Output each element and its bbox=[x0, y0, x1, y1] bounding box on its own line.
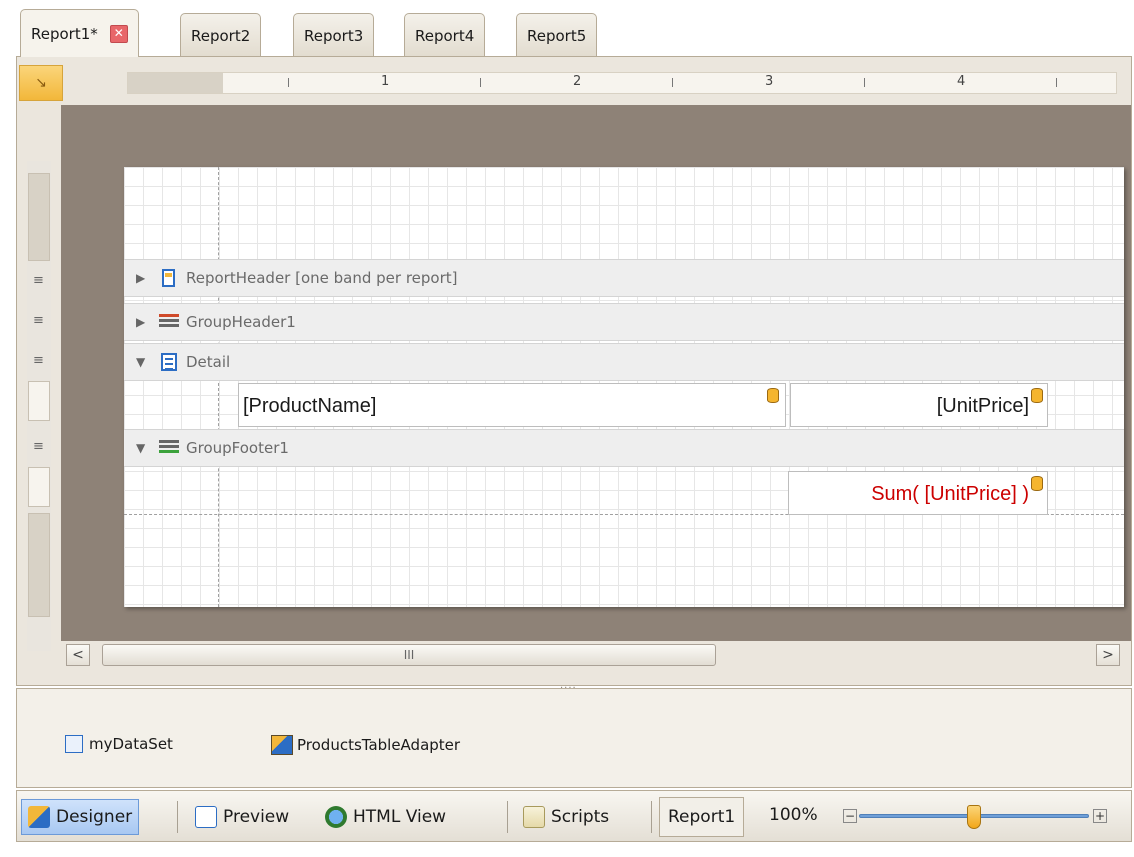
document-tabs: Report1* ✕ Report2 Report3 Report4 Repor… bbox=[0, 0, 1134, 57]
zoom-in-button[interactable]: + bbox=[1093, 809, 1107, 823]
cell-text: [ProductName] bbox=[243, 395, 377, 417]
band-group-footer[interactable]: ▼ GroupFooter1 bbox=[124, 429, 1124, 467]
left-margin-line bbox=[218, 167, 219, 607]
group-header-band-icon bbox=[158, 311, 180, 333]
ruler-number: 2 bbox=[573, 74, 582, 89]
tab-report3[interactable]: Report3 bbox=[293, 13, 375, 57]
tab-report2[interactable]: Report2 bbox=[180, 13, 262, 57]
band-group-header[interactable]: ▶ GroupHeader1 bbox=[124, 303, 1124, 341]
dataset-icon bbox=[65, 735, 83, 753]
html-view-button[interactable]: HTML View bbox=[319, 799, 452, 835]
html-view-label: HTML View bbox=[353, 807, 447, 827]
scripts-icon bbox=[523, 806, 545, 828]
ruler-mark bbox=[864, 78, 865, 87]
designer-icon bbox=[28, 806, 50, 828]
tab-label: Report5 bbox=[527, 26, 587, 45]
close-icon[interactable]: ✕ bbox=[109, 24, 128, 43]
group-footer-band-icon bbox=[158, 437, 180, 459]
report-header-band-icon bbox=[158, 267, 180, 289]
ruler-segment-report-header bbox=[28, 173, 50, 261]
expand-arrow-icon[interactable]: ▶ bbox=[136, 315, 148, 329]
component-tray: myDataSet ProductsTableAdapter bbox=[16, 688, 1132, 788]
cell-text: Sum( [UnitPrice] ) bbox=[871, 483, 1029, 505]
zoom-out-button[interactable]: − bbox=[843, 809, 857, 823]
report-name: Report1 bbox=[668, 807, 736, 827]
separator bbox=[651, 801, 652, 833]
cell-text: [UnitPrice] bbox=[936, 395, 1029, 417]
separator bbox=[507, 801, 508, 833]
tab-label: Report1* bbox=[31, 24, 98, 43]
designer-button[interactable]: Designer bbox=[21, 799, 140, 835]
view-switcher-bar: Designer Preview HTML View Scripts Repor… bbox=[16, 790, 1132, 842]
band-report-header[interactable]: ▶ ReportHeader [one band per report] bbox=[124, 259, 1124, 297]
tray-item-products-table-adapter[interactable]: ProductsTableAdapter bbox=[271, 735, 460, 755]
ruler-left-margin bbox=[128, 73, 223, 93]
product-name-cell[interactable]: [ProductName] bbox=[238, 383, 786, 427]
expand-arrow-icon[interactable]: ▶ bbox=[136, 271, 148, 285]
band-detail[interactable]: ▼ Detail bbox=[124, 343, 1124, 381]
tray-item-label: myDataSet bbox=[89, 735, 173, 753]
designer-label: Designer bbox=[56, 807, 133, 827]
horizontal-scrollbar[interactable]: < III > bbox=[60, 641, 1130, 669]
tab-label: Report3 bbox=[304, 26, 364, 45]
zoom-level: 100% bbox=[769, 805, 818, 825]
tray-item-mydataset[interactable]: myDataSet bbox=[65, 735, 173, 753]
collapse-arrow-icon[interactable]: ▼ bbox=[136, 355, 148, 369]
band-ruler-marker: ≡ bbox=[33, 273, 44, 288]
tab-label: Report4 bbox=[415, 26, 475, 45]
data-binding-icon bbox=[767, 388, 779, 403]
ruler-segment-detail bbox=[28, 381, 50, 421]
preview-button[interactable]: Preview bbox=[189, 799, 295, 835]
unit-price-cell[interactable]: [UnitPrice] bbox=[790, 383, 1048, 427]
horizontal-ruler: 1 2 3 4 bbox=[127, 72, 1117, 94]
ruler-number: 1 bbox=[381, 74, 390, 89]
scroll-right-button[interactable]: > bbox=[1096, 644, 1120, 666]
tab-report5[interactable]: Report5 bbox=[516, 13, 598, 57]
band-label: GroupHeader1 bbox=[186, 313, 296, 331]
ruler-corner-button[interactable]: ↘ bbox=[19, 65, 63, 101]
band-ruler-marker: ≡ bbox=[33, 313, 44, 328]
sum-unit-price-cell[interactable]: Sum( [UnitPrice] ) bbox=[788, 471, 1048, 515]
band-label: Detail bbox=[186, 353, 231, 371]
tab-report4[interactable]: Report4 bbox=[404, 13, 486, 57]
tab-label: Report2 bbox=[191, 26, 251, 45]
tab-report1[interactable]: Report1* ✕ bbox=[20, 9, 139, 57]
detail-band-icon bbox=[158, 351, 180, 373]
preview-icon bbox=[195, 806, 217, 828]
scroll-thumb[interactable]: III bbox=[102, 644, 716, 666]
band-ruler-marker: ≡ bbox=[33, 439, 44, 454]
band-label: ReportHeader [one band per report] bbox=[186, 269, 458, 287]
ruler-segment-group-footer bbox=[28, 467, 50, 507]
globe-icon bbox=[325, 806, 347, 828]
ruler-number: 3 bbox=[765, 74, 774, 89]
separator bbox=[177, 801, 178, 833]
band-ruler-marker: ≡ bbox=[33, 353, 44, 368]
table-adapter-icon bbox=[271, 735, 293, 755]
tray-item-label: ProductsTableAdapter bbox=[297, 736, 461, 754]
ruler-mark bbox=[480, 78, 481, 87]
scripts-button[interactable]: Scripts bbox=[517, 799, 615, 835]
zoom-slider-thumb[interactable] bbox=[967, 805, 981, 829]
data-binding-icon bbox=[1031, 476, 1043, 491]
scripts-label: Scripts bbox=[551, 807, 610, 827]
preview-label: Preview bbox=[223, 807, 290, 827]
ruler-number: 4 bbox=[957, 74, 966, 89]
ruler-mark bbox=[1056, 78, 1057, 87]
ruler-segment-bottom-margin bbox=[28, 513, 50, 617]
report-page[interactable]: ▶ ReportHeader [one band per report] ▶ G… bbox=[124, 167, 1124, 607]
band-label: GroupFooter1 bbox=[186, 439, 289, 457]
vertical-ruler: ≡ ≡ ≡ ≡ bbox=[27, 161, 51, 651]
ruler-mark bbox=[672, 78, 673, 87]
report-name-field: Report1 bbox=[659, 797, 745, 837]
ruler-mark bbox=[288, 78, 289, 87]
scroll-left-button[interactable]: < bbox=[66, 644, 90, 666]
collapse-arrow-icon[interactable]: ▼ bbox=[136, 441, 148, 455]
data-binding-icon bbox=[1031, 388, 1043, 403]
